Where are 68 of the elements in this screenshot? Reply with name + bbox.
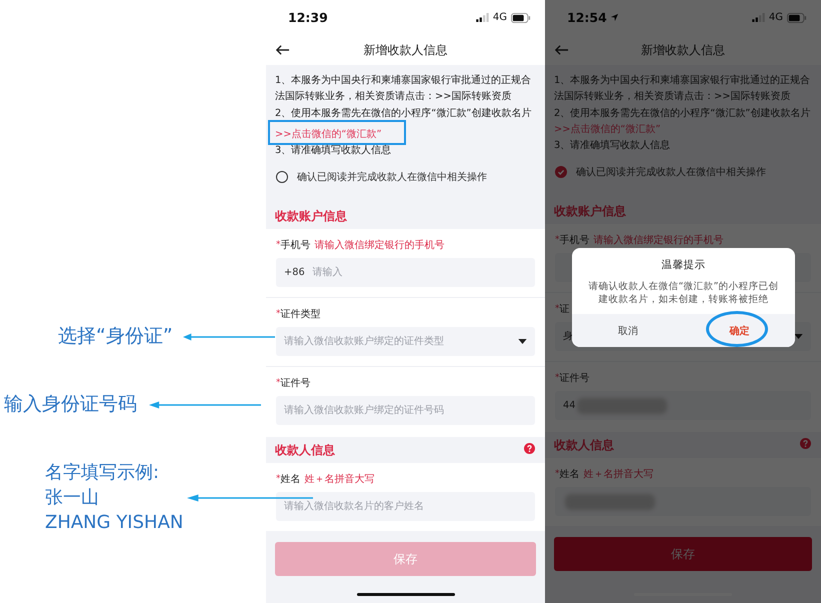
annotation-text: 名字填写示例: [45, 461, 160, 485]
field-hint: 请输入微信绑定银行的手机号 [594, 234, 724, 248]
field-label: 姓名 [560, 468, 580, 482]
section-title: 收款人信息 [275, 442, 335, 459]
help-icon[interactable] [800, 438, 811, 450]
notice-text: 3、请准确填写收款人信息 [275, 144, 392, 158]
required-mark: * [276, 474, 280, 484]
annotation-text: 张一山 [45, 486, 100, 510]
field-hint: 姓＋名拼音大写 [304, 472, 374, 486]
confirm-checkbox[interactable] [276, 171, 288, 184]
notice-text: 2、使用本服务需先在微信的小程序“微汇款”创建收款名片 [275, 106, 532, 121]
confirm-label: 确认已阅读并完成收款人在微信中相关操作 [297, 170, 487, 184]
status-time: 12:54 [567, 10, 607, 25]
required-mark: * [276, 240, 280, 250]
annotation-text: ZHANG YISHAN [45, 511, 184, 535]
required-mark: * [276, 378, 280, 388]
input-field[interactable]: +86 请输入 [276, 258, 535, 288]
save-button[interactable]: 保存 [554, 537, 812, 572]
back-arrow-icon[interactable] [275, 44, 290, 56]
field-label: 证件类型 [280, 308, 320, 322]
section-title: 收款人信息 [554, 436, 614, 454]
battery-icon [511, 12, 531, 22]
section-title: 收款账户信息 [275, 208, 347, 226]
field-label: 手机号 [560, 234, 590, 248]
page-title: 新增收款人信息 [641, 42, 725, 58]
section-title: 收款账户信息 [554, 203, 626, 220]
required-mark: * [555, 235, 560, 246]
field-label: 证 [560, 303, 570, 316]
network-label: 4G [492, 12, 507, 23]
annotation-text: 选择“身份证” [58, 324, 173, 349]
required-mark: * [555, 304, 560, 314]
required-mark: * [276, 309, 280, 320]
required-mark: * [555, 373, 560, 384]
notice-text: 1、本服务为中国央行和柬埔寨国家银行审批通过的正规合法国际转账业务，相关资质请点击：>>国际转账资质 [275, 74, 532, 104]
page-title: 新增收款人信息 [364, 42, 448, 58]
input-field[interactable]: 44 [555, 391, 811, 420]
input-field[interactable]: 请输入微信收款账户绑定的证件号码 [276, 396, 535, 426]
input-field[interactable]: 请输入微信收款名片的客户姓名 [276, 492, 535, 522]
wechat-link[interactable]: >>点击微信的“微汇款” [554, 122, 661, 138]
confirm-label: 确认已阅读并完成收款人在微信中相关操作 [576, 166, 766, 179]
notice-text: 1、本服务为中国央行和柬埔寨国家银行审批通过的正规合法国际转账业务，相关资质请点击：>>国际转账资质 [554, 74, 812, 104]
notice-text: 3、请准确填写收款人信息 [554, 138, 672, 153]
location-arrow-icon [610, 13, 619, 22]
field-label: 证件号 [560, 372, 590, 386]
required-mark: * [555, 469, 560, 480]
confirm-button[interactable]: 确定 [721, 320, 758, 342]
status-time: 12:39 [288, 10, 328, 25]
field-label: 姓名 [280, 473, 300, 486]
caret-icon [794, 334, 803, 340]
confirm-checkbox[interactable] [555, 166, 567, 178]
battery-icon [787, 12, 807, 22]
dialog-title: 温馨提示 [662, 258, 706, 272]
signal-icon [476, 13, 489, 22]
field-label: 手机号 [280, 238, 310, 252]
wechat-link[interactable]: >>点击微信的“微汇款” [275, 126, 382, 143]
dialog-message: 请确认收款人在微信“微汇款”的小程序已创建收款名片，如未创建，转账将被拒绝 [588, 280, 780, 306]
network-label: 4G [768, 12, 783, 23]
caret-icon [518, 339, 527, 344]
help-icon[interactable] [524, 443, 535, 454]
field-hint: 姓＋名拼音大写 [584, 468, 654, 482]
notice-text: 2、使用本服务需先在微信的小程序“微汇款”创建收款名片 [554, 106, 812, 121]
field-label: 证件号 [280, 377, 310, 390]
annotation-text: 输入身份证号码 [4, 392, 137, 417]
select-field[interactable]: 请输入微信收款账户绑定的证件类型 [276, 327, 535, 356]
cancel-button[interactable]: 取消 [610, 320, 646, 342]
signal-icon [752, 13, 765, 22]
tick-icon [556, 167, 566, 178]
field-hint: 请输入微信绑定银行的手机号 [314, 238, 444, 252]
